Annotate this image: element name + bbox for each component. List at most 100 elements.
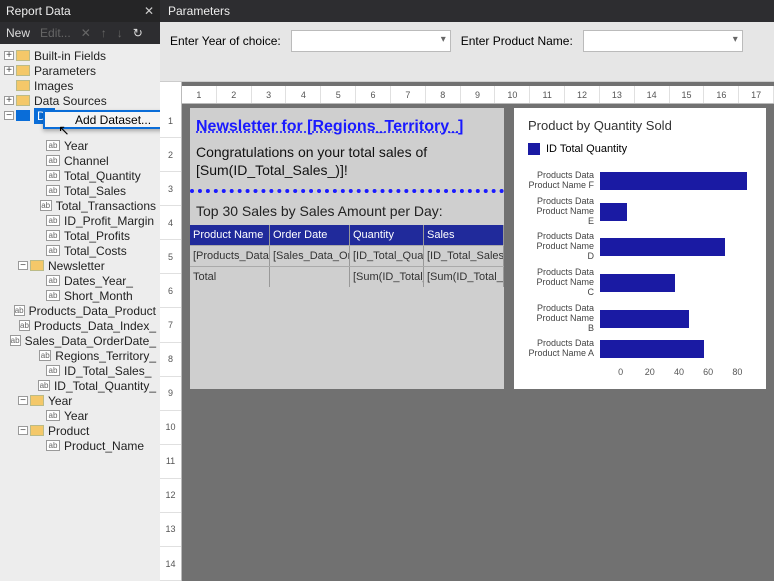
folder-icon <box>30 425 44 436</box>
tree-year[interactable]: −Year <box>0 393 160 408</box>
newsletter-title[interactable]: Newsletter for [Regions_Territory_] <box>190 108 504 144</box>
field-icon: ab <box>46 275 60 286</box>
chart-x-axis: 020406080 <box>606 365 752 379</box>
legend-label: ID Total Quantity <box>546 143 627 155</box>
field-icon: ab <box>40 200 52 211</box>
tree-field[interactable]: abDates_Year_ <box>0 273 160 288</box>
bar-label: Products Data Product Name F <box>528 171 600 191</box>
field-icon: ab <box>46 215 60 226</box>
folder-icon <box>30 260 44 271</box>
chart-bar-row: Products Data Product Name C <box>528 268 752 298</box>
folder-icon <box>16 110 30 121</box>
tree-newsletter[interactable]: −Newsletter <box>0 258 160 273</box>
panel-title: Report Data <box>6 4 144 18</box>
tree-field[interactable]: abTotal_Quantity <box>0 168 160 183</box>
param1-label: Enter Year of choice: <box>170 30 281 48</box>
chart-product-quantity[interactable]: Product by Quantity Sold ID Total Quanti… <box>514 108 766 389</box>
bar <box>600 172 747 190</box>
field-icon: ab <box>46 365 60 376</box>
tree-field[interactable]: abChannel <box>0 153 160 168</box>
bar <box>600 238 725 256</box>
parameters-bar: Enter Year of choice: Enter Product Name… <box>160 22 774 82</box>
tree-builtin-fields[interactable]: +Built-in Fields <box>0 48 160 63</box>
congrats-line1: Congratulations on your total sales of <box>196 144 427 160</box>
tree-field[interactable]: abRegions_Territory_ <box>0 348 160 363</box>
tree-data-sources[interactable]: +Data Sources <box>0 93 160 108</box>
design-surface[interactable]: 1234567891011121314151617 12345678910111… <box>160 82 774 581</box>
tree-field[interactable]: abTotal_Profits <box>0 228 160 243</box>
table-row[interactable]: [Products_Data [Sales_Data_Or [ID_Total_… <box>190 245 504 266</box>
tree-field[interactable]: abTotal_Transactions <box>0 198 160 213</box>
field-icon: ab <box>46 185 60 196</box>
tree-field[interactable]: abID_Profit_Margin <box>0 213 160 228</box>
move-up-icon: ↑ <box>101 26 107 40</box>
new-button[interactable]: New <box>6 26 30 40</box>
param1-input[interactable] <box>291 30 451 52</box>
tree-field[interactable]: abID_Total_Quantity_ <box>0 378 160 393</box>
bar-label: Products Data Product Name D <box>528 232 600 262</box>
tree-field[interactable]: abProduct_Name <box>0 438 160 453</box>
chart-bar-row: Products Data Product Name F <box>528 171 752 191</box>
field-icon: ab <box>46 170 60 181</box>
param2-input[interactable] <box>583 30 743 52</box>
panel-toolbar: New Edit... ✕ ↑ ↓ ↻ <box>0 22 160 44</box>
report-data-tree: +Built-in Fields +Parameters Images +Dat… <box>0 44 160 581</box>
bar-label: Products Data Product Name B <box>528 304 600 334</box>
field-icon: ab <box>46 245 60 256</box>
field-icon: ab <box>10 335 21 346</box>
refresh-icon[interactable]: ↻ <box>133 26 143 40</box>
bar <box>600 203 627 221</box>
chart-bar-row: Products Data Product Name B <box>528 304 752 334</box>
param2-label: Enter Product Name: <box>461 30 573 48</box>
congrats-line2: [Sum(ID_Total_Sales_)]! <box>196 162 348 178</box>
sales-table[interactable]: Product Name Order Date Quantity Sales [… <box>190 225 504 287</box>
move-down-icon: ↓ <box>117 26 123 40</box>
folder-icon <box>16 95 30 106</box>
tree-field[interactable]: abTotal_Costs <box>0 243 160 258</box>
parameters-header: Parameters <box>160 0 774 22</box>
tree-field[interactable]: abSales_Data_OrderDate_ <box>0 333 160 348</box>
vertical-ruler: 1234567891011121314 <box>160 82 182 581</box>
tree-field[interactable]: abYear <box>0 408 160 423</box>
folder-icon <box>30 395 44 406</box>
table-row[interactable]: Total [Sum(ID_Total_Q [Sum(ID_Total_ <box>190 266 504 287</box>
field-icon: ab <box>19 320 30 331</box>
field-icon: ab <box>46 440 60 451</box>
tree-product[interactable]: −Product <box>0 423 160 438</box>
tree-field[interactable]: abYear <box>0 138 160 153</box>
congrats-text[interactable]: Congratulations on your total sales of [… <box>190 144 504 193</box>
tree-field[interactable]: abTotal_Sales <box>0 183 160 198</box>
bar-label: Products Data Product Name A <box>528 339 600 359</box>
horizontal-ruler: 1234567891011121314151617 <box>182 86 774 104</box>
chart-bars: Products Data Product Name F Products Dat… <box>528 171 752 359</box>
tree-field[interactable]: abProducts_Data_Product <box>0 303 160 318</box>
tree-field[interactable]: abProducts_Data_Index_ <box>0 318 160 333</box>
field-icon: ab <box>46 140 60 151</box>
field-icon: ab <box>46 155 60 166</box>
col-product: Product Name <box>190 225 270 245</box>
field-icon: ab <box>39 350 51 361</box>
bar-label: Products Data Product Name E <box>528 197 600 227</box>
tree-parameters[interactable]: +Parameters <box>0 63 160 78</box>
field-icon: ab <box>14 305 25 316</box>
tree-field[interactable]: abShort_Month <box>0 288 160 303</box>
field-icon: ab <box>46 230 60 241</box>
field-icon: ab <box>46 290 60 301</box>
bar <box>600 274 675 292</box>
report-body[interactable]: Newsletter for [Regions_Territory_] Cong… <box>190 108 504 389</box>
tree-field[interactable]: abID_Total_Sales_ <box>0 363 160 378</box>
top30-heading[interactable]: Top 30 Sales by Sales Amount per Day: <box>190 193 504 225</box>
menu-item-label: Add Dataset... <box>75 113 151 127</box>
chart-legend: ID Total Quantity <box>528 143 752 155</box>
chart-bar-row: Products Data Product Name D <box>528 232 752 262</box>
field-icon: ab <box>38 380 50 391</box>
bar <box>600 340 704 358</box>
tree-images[interactable]: Images <box>0 78 160 93</box>
close-icon[interactable]: ✕ <box>144 4 154 18</box>
chart-bar-row: Products Data Product Name E <box>528 197 752 227</box>
folder-icon <box>16 50 30 61</box>
delete-icon: ✕ <box>81 26 91 40</box>
bar-label: Products Data Product Name C <box>528 268 600 298</box>
col-orderdate: Order Date <box>270 225 350 245</box>
field-icon: ab <box>46 410 60 421</box>
